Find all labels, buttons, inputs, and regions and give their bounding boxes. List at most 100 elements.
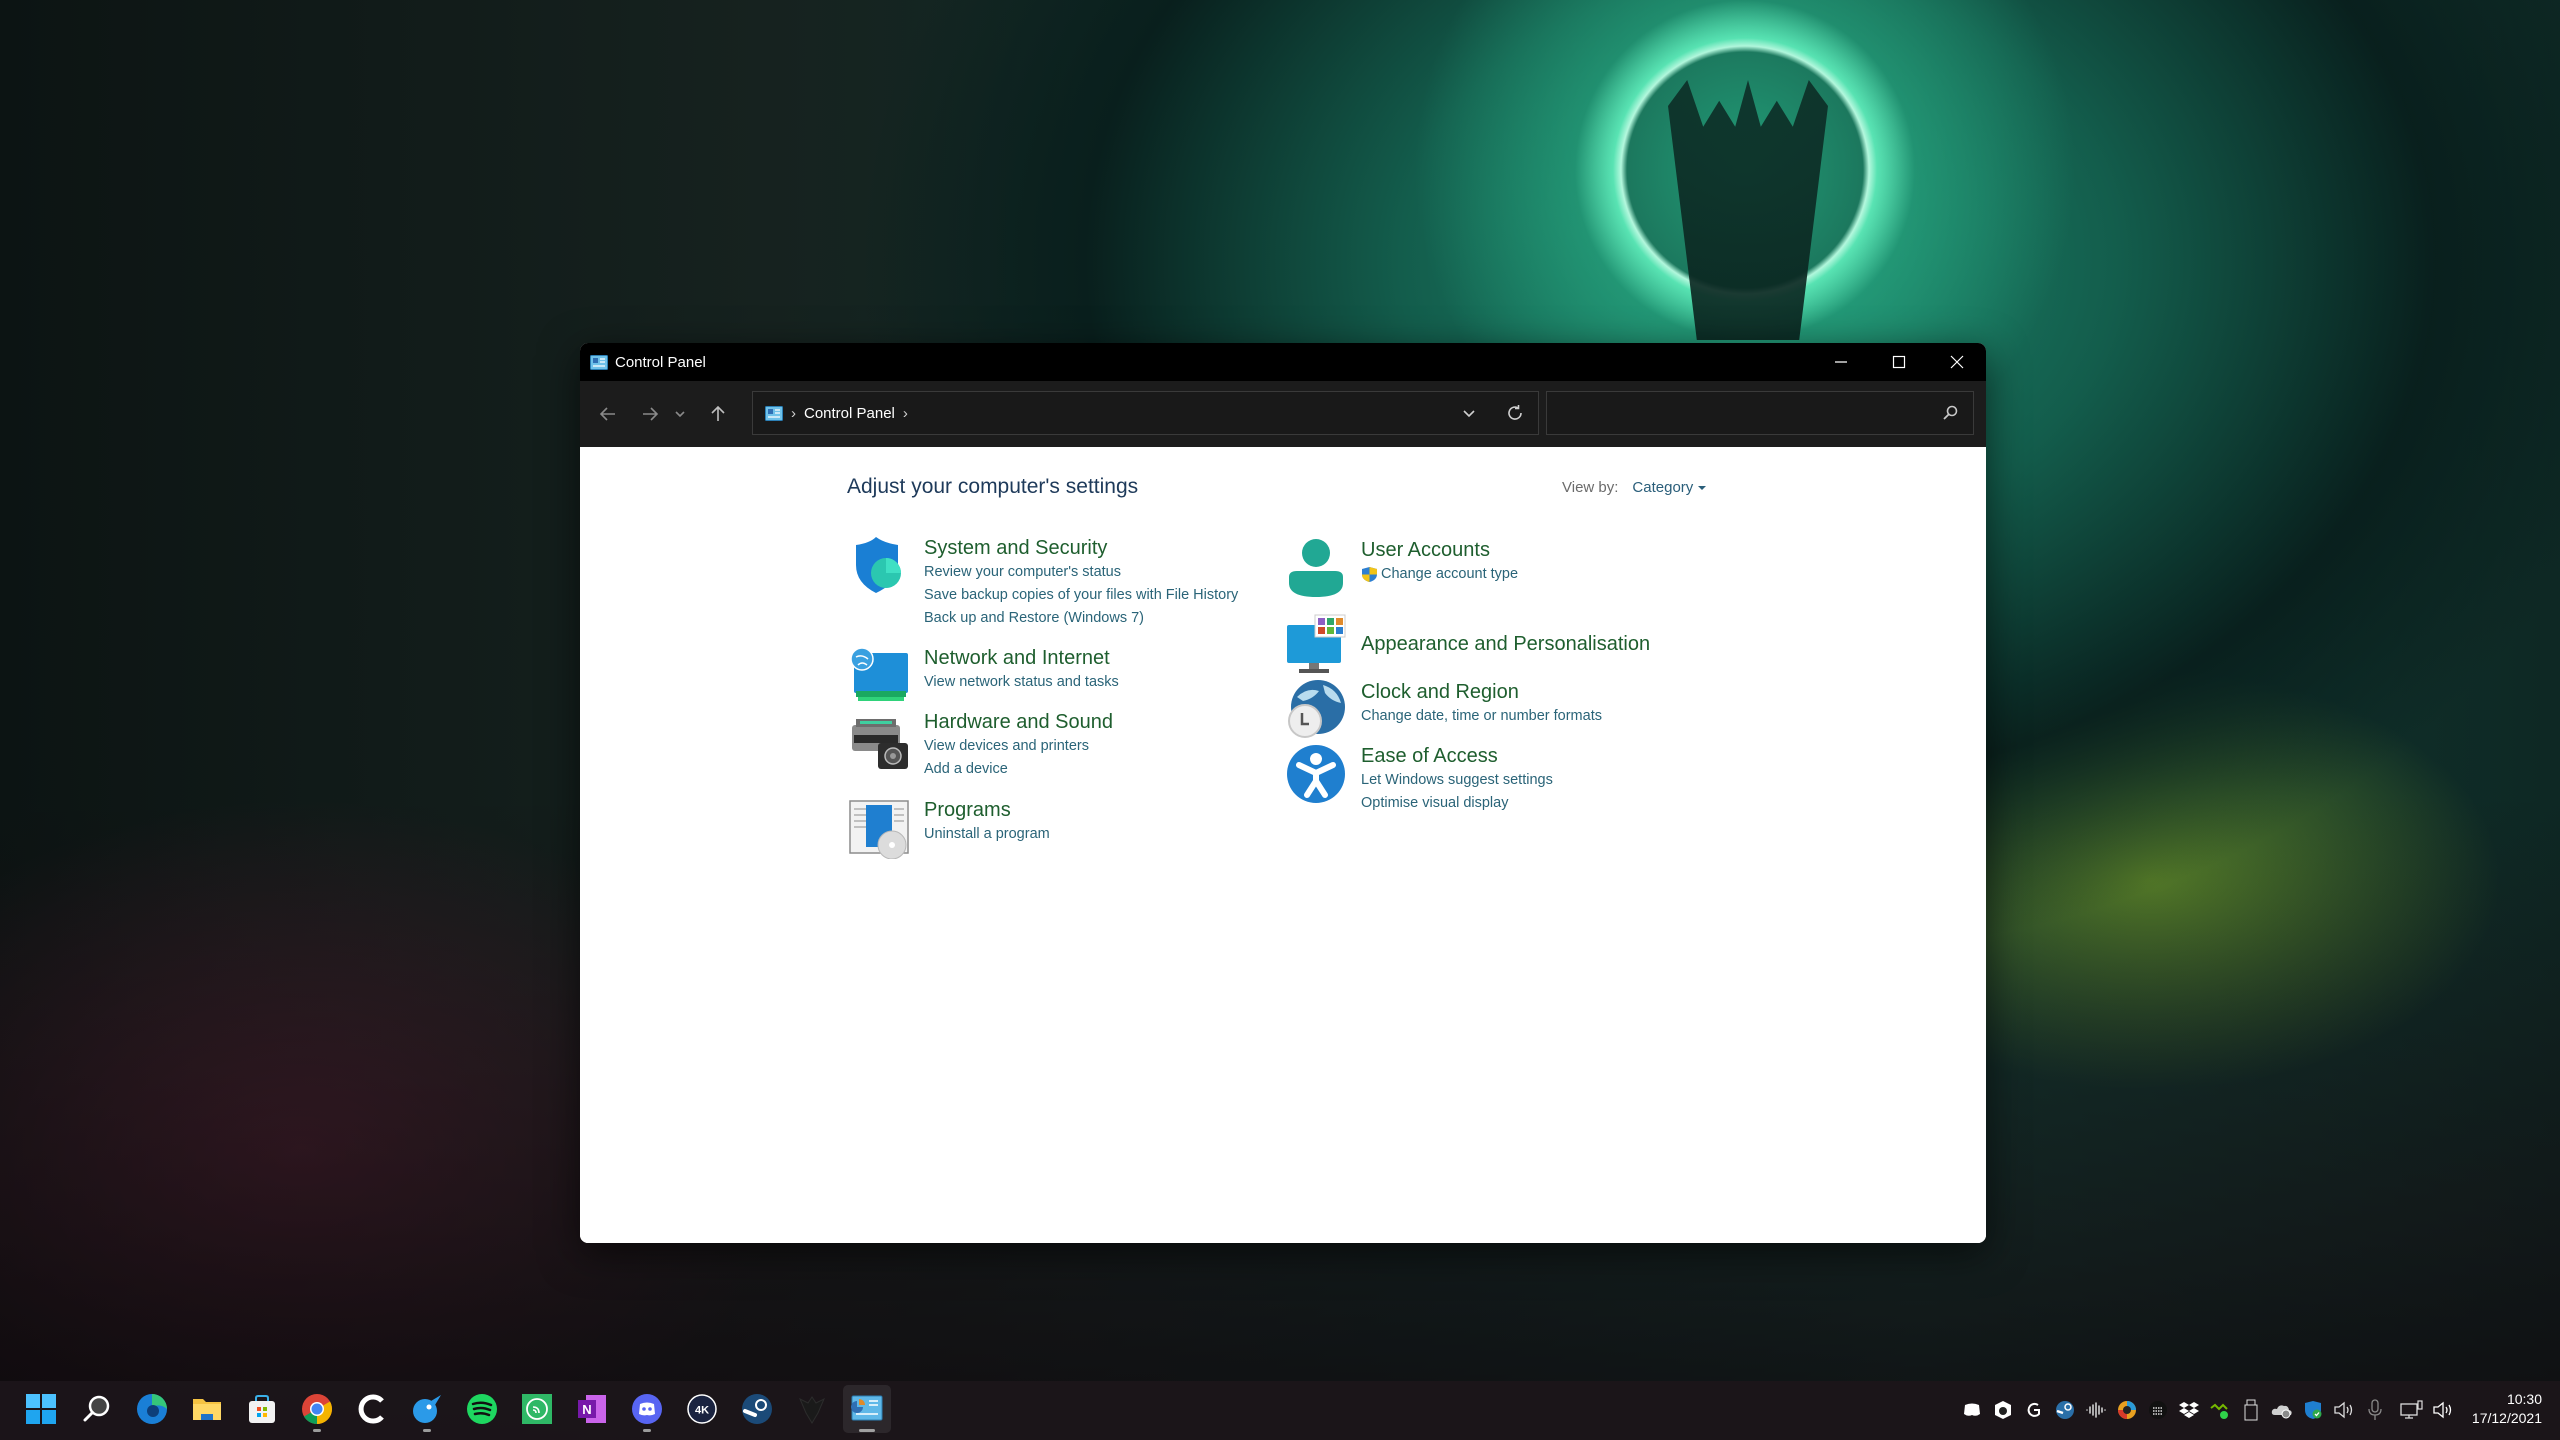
task-link-label[interactable]: Change account type — [1381, 563, 1518, 586]
taskbar-app-steam[interactable] — [733, 1385, 781, 1433]
clock-globe-icon[interactable] — [1285, 679, 1347, 741]
taskbar-app-chrome[interactable] — [293, 1385, 341, 1433]
taskbar-search-button[interactable] — [73, 1385, 121, 1433]
programs-disc-icon[interactable] — [848, 797, 910, 859]
task-link[interactable]: Save backup copies of your files with Fi… — [924, 584, 1238, 607]
clock[interactable]: 10:30 17/12/2021 — [2472, 1390, 2542, 1428]
antivirus-tray-icon[interactable] — [1991, 1398, 2015, 1422]
minimize-button[interactable] — [1812, 343, 1870, 381]
discord-tray-icon[interactable] — [1960, 1398, 1984, 1422]
volume-tray-icon[interactable] — [2431, 1398, 2455, 1422]
clock-time: 10:30 — [2506, 1391, 2542, 1407]
navigation-toolbar: › Control Panel › — [580, 381, 1986, 447]
steam-icon — [742, 1394, 772, 1424]
dropbox-tray-icon[interactable] — [2177, 1398, 2201, 1422]
view-by-dropdown[interactable]: Category — [1632, 479, 1693, 496]
network-globe-icon[interactable] — [848, 645, 910, 707]
audio-wave-tray-icon[interactable] — [2084, 1398, 2108, 1422]
ccleaner-icon — [358, 1394, 384, 1424]
category-title[interactable]: Hardware and Sound — [924, 709, 1113, 735]
category-title[interactable]: User Accounts — [1361, 537, 1518, 563]
category-title[interactable]: Appearance and Personalisation — [1361, 631, 1650, 657]
task-link[interactable]: Uninstall a program — [924, 823, 1050, 846]
refresh-button[interactable] — [1492, 392, 1538, 434]
keyboard-tray-icon[interactable] — [2146, 1398, 2170, 1422]
user-icon[interactable] — [1285, 537, 1347, 599]
network-tray-icon[interactable] — [2400, 1398, 2424, 1422]
printer-speaker-icon[interactable] — [848, 709, 910, 771]
task-link[interactable]: Add a device — [924, 758, 1113, 781]
forward-button[interactable] — [632, 396, 668, 432]
folder-icon — [193, 1399, 221, 1420]
title-bar[interactable]: Control Panel — [580, 343, 1986, 381]
monitor-tiles-icon[interactable] — [1285, 613, 1347, 675]
maximize-button[interactable] — [1870, 343, 1928, 381]
chevron-down-icon — [1463, 410, 1475, 418]
taskbar: N 4K 10:30 17/12/2021 — [0, 1381, 2560, 1440]
task-link[interactable]: Optimise visual display — [1361, 792, 1553, 815]
taskbar-app-onenote[interactable]: N — [568, 1385, 616, 1433]
microphone-tray-icon[interactable] — [2363, 1398, 2387, 1422]
window-title: Control Panel — [615, 353, 706, 371]
task-link[interactable]: Change account type — [1361, 563, 1518, 586]
taskbar-app-spotify[interactable] — [458, 1385, 506, 1433]
taskbar-app-bird[interactable] — [403, 1385, 451, 1433]
breadcrumb-separator[interactable]: › — [903, 405, 908, 422]
caret-down-icon[interactable] — [1698, 485, 1707, 490]
clock-date: 17/12/2021 — [2471, 1410, 2542, 1426]
taskbar-app-4k-downloader[interactable]: 4K — [678, 1385, 726, 1433]
task-link[interactable]: View devices and printers — [924, 735, 1113, 758]
task-link[interactable]: Change date, time or number formats — [1361, 705, 1602, 728]
address-bar[interactable]: › Control Panel › — [752, 391, 1539, 435]
windows-start-icon — [26, 1394, 56, 1424]
taskbar-app-feed[interactable] — [513, 1385, 561, 1433]
task-link[interactable]: View network status and tasks — [924, 671, 1119, 694]
category-title[interactable]: Programs — [924, 797, 1050, 823]
taskbar-app-control-panel[interactable] — [843, 1385, 891, 1433]
breadcrumb-control-panel[interactable]: Control Panel — [804, 405, 895, 422]
taskbar-app-destiny[interactable] — [788, 1385, 836, 1433]
breadcrumb-separator[interactable]: › — [791, 405, 796, 422]
category-title[interactable]: Network and Internet — [924, 645, 1119, 671]
up-button[interactable] — [700, 396, 736, 432]
address-history-button[interactable] — [1446, 392, 1492, 434]
steam-tray-icon[interactable] — [2053, 1398, 2077, 1422]
search-input[interactable] — [1547, 392, 1921, 434]
recent-locations-button[interactable] — [668, 396, 692, 432]
color-tray-icon[interactable] — [2115, 1398, 2139, 1422]
category-clock-and-region: Clock and Region Change date, time or nu… — [1285, 679, 1602, 741]
svg-text:4K: 4K — [695, 1405, 709, 1417]
taskbar-app-file-explorer[interactable] — [183, 1385, 231, 1433]
onedrive-tray-icon[interactable] — [2270, 1398, 2294, 1422]
taskbar-app-ccleaner[interactable] — [348, 1385, 396, 1433]
search-box[interactable] — [1546, 391, 1974, 435]
view-by-label: View by: — [1562, 479, 1619, 496]
category-user-accounts: User Accounts Change account type — [1285, 537, 1518, 599]
category-title[interactable]: System and Security — [924, 535, 1238, 561]
category-title[interactable]: Clock and Region — [1361, 679, 1602, 705]
usb-tray-icon[interactable] — [2239, 1398, 2263, 1422]
onenote-icon: N — [578, 1395, 606, 1423]
logitech-tray-icon[interactable] — [2022, 1398, 2046, 1422]
arrow-right-icon — [643, 407, 659, 421]
task-link[interactable]: Back up and Restore (Windows 7) — [924, 607, 1238, 630]
taskbar-app-edge[interactable] — [128, 1385, 176, 1433]
close-button[interactable] — [1928, 343, 1986, 381]
back-button[interactable] — [590, 396, 626, 432]
running-indicator — [859, 1429, 875, 1432]
taskbar-app-discord[interactable] — [623, 1385, 671, 1433]
defender-tray-icon[interactable] — [2301, 1398, 2325, 1422]
search-icon — [83, 1395, 110, 1422]
uac-shield-icon — [1362, 567, 1377, 582]
speaker-tray-icon[interactable] — [2332, 1398, 2356, 1422]
task-link[interactable]: Let Windows suggest settings — [1361, 769, 1553, 792]
task-link[interactable]: Review your computer's status — [924, 561, 1238, 584]
shield-icon[interactable] — [848, 535, 910, 597]
accessibility-icon[interactable] — [1285, 743, 1347, 805]
close-icon — [1950, 355, 1964, 369]
start-button[interactable] — [17, 1385, 65, 1433]
category-title[interactable]: Ease of Access — [1361, 743, 1553, 769]
taskbar-app-store[interactable] — [238, 1385, 286, 1433]
category-system-and-security: System and Security Review your computer… — [848, 535, 1238, 630]
nvidia-tray-icon[interactable] — [2208, 1398, 2232, 1422]
